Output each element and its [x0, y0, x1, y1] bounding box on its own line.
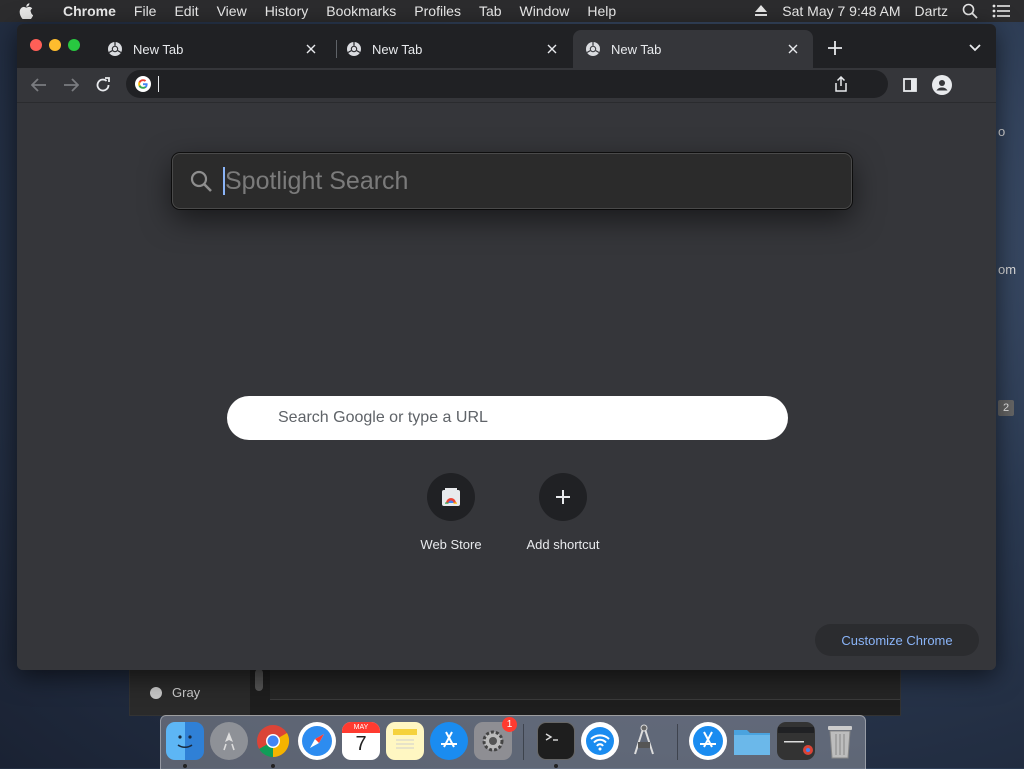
app-store-icon[interactable] [430, 722, 468, 760]
customize-chrome-button[interactable]: Customize Chrome [815, 624, 979, 656]
share-icon[interactable] [834, 76, 848, 92]
tab-strip: New Tab New Tab New Tab [17, 24, 996, 68]
safari-icon[interactable] [298, 722, 336, 760]
tab-title: New Tab [133, 41, 184, 57]
menu-edit[interactable]: Edit [165, 0, 207, 22]
web-store-icon [427, 473, 475, 521]
profile-icon[interactable] [931, 74, 953, 96]
downloads-stack-icon[interactable] [689, 722, 727, 760]
folder-icon[interactable] [733, 722, 771, 760]
toolbar [17, 68, 996, 103]
new-tab-page: Spotlight Search Search Google or type a… [17, 103, 996, 670]
tab-new-tab-1[interactable]: New Tab [95, 30, 331, 68]
tab-new-tab-3-active[interactable]: New Tab [573, 30, 813, 68]
close-window-button[interactable] [30, 39, 42, 51]
list-item-label: Gray [172, 685, 201, 700]
list-item[interactable]: Gray [150, 685, 200, 700]
desktop-fragment: om [998, 262, 1017, 277]
menu-tab[interactable]: Tab [470, 0, 511, 22]
plus-icon [539, 473, 587, 521]
dock: MAY 7 1 [160, 715, 866, 769]
search-placeholder: Search Google or type a URL [278, 409, 488, 426]
new-tab-button[interactable] [825, 38, 845, 58]
background-window: Gray [129, 668, 901, 716]
menu-bar: Chrome File Edit View History Bookmarks … [0, 0, 1024, 22]
color-dot-icon [150, 686, 162, 699]
shortcut-add[interactable]: Add shortcut [507, 473, 619, 552]
forward-arrow-icon[interactable] [60, 74, 82, 96]
text-caret [158, 76, 159, 92]
menu-window[interactable]: Window [511, 0, 579, 22]
close-icon[interactable] [544, 41, 560, 57]
list-icon[interactable] [992, 4, 1010, 18]
chrome-window: New Tab New Tab New Tab Spotlight Search… [17, 24, 996, 670]
spotlight-placeholder: Spotlight Search [225, 166, 409, 195]
address-bar[interactable] [126, 70, 888, 98]
spotlight-search[interactable]: Spotlight Search [172, 153, 852, 209]
background-window-sidebar: Gray [130, 669, 250, 715]
search-icon [189, 169, 213, 193]
dock-separator [677, 724, 678, 760]
zoom-window-button[interactable] [68, 39, 80, 51]
launchpad-icon[interactable] [210, 722, 248, 760]
shortcut-web-store[interactable]: Web Store [395, 473, 507, 552]
minimize-window-button[interactable] [49, 39, 61, 51]
tab-title: New Tab [611, 41, 662, 57]
shortcut-label: Web Store [420, 537, 482, 552]
running-indicator [183, 764, 187, 768]
chrome-icon [107, 41, 123, 57]
background-window-header [270, 669, 900, 700]
trash-icon[interactable] [821, 722, 859, 760]
desktop-badge: 2 [998, 400, 1014, 416]
notes-icon[interactable] [386, 722, 424, 760]
calendar-icon[interactable]: MAY 7 [342, 722, 380, 760]
tab-title: New Tab [372, 41, 423, 57]
google-icon [135, 76, 151, 92]
search-icon[interactable] [962, 3, 978, 19]
chrome-icon [585, 41, 601, 57]
menu-file[interactable]: File [125, 0, 166, 22]
chevron-down-icon[interactable] [967, 40, 983, 56]
menu-view[interactable]: View [208, 0, 256, 22]
running-indicator [554, 764, 558, 768]
wifi-icon[interactable] [581, 722, 619, 760]
finder-icon[interactable] [166, 722, 204, 760]
back-arrow-icon[interactable] [28, 74, 50, 96]
menu-bookmarks[interactable]: Bookmarks [317, 0, 405, 22]
desktop-fragment: o [998, 124, 1006, 139]
menubar-user[interactable]: Dartz [915, 3, 948, 19]
close-icon[interactable] [785, 41, 801, 57]
dock-separator [523, 724, 524, 760]
shortcut-label: Add shortcut [526, 537, 600, 552]
scrollbar[interactable] [255, 669, 263, 691]
apple-icon[interactable] [19, 3, 37, 19]
menu-profiles[interactable]: Profiles [405, 0, 470, 22]
menubar-clock[interactable]: Sat May 7 9:48 AM [782, 3, 900, 19]
notification-badge: 1 [502, 717, 517, 732]
calendar-day: 7 [355, 733, 367, 755]
running-indicator [271, 764, 275, 768]
chrome-icon[interactable] [254, 722, 292, 760]
instruments-icon[interactable] [625, 722, 663, 760]
reload-icon[interactable] [92, 74, 114, 96]
chrome-icon [346, 41, 362, 57]
menu-help[interactable]: Help [578, 0, 625, 22]
terminal-icon[interactable] [537, 722, 575, 760]
tab-new-tab-2[interactable]: New Tab [334, 30, 572, 68]
calendar-month: MAY [342, 722, 380, 733]
close-icon[interactable] [303, 41, 319, 57]
google-search-input[interactable]: Search Google or type a URL [227, 396, 788, 440]
side-panel-icon[interactable] [899, 74, 921, 96]
system-preferences-icon[interactable]: 1 [474, 717, 517, 760]
menu-chrome[interactable]: Chrome [54, 0, 125, 22]
chrome-window-thumbnail[interactable] [777, 722, 815, 760]
eject-icon[interactable] [754, 5, 768, 17]
menu-history[interactable]: History [256, 0, 318, 22]
